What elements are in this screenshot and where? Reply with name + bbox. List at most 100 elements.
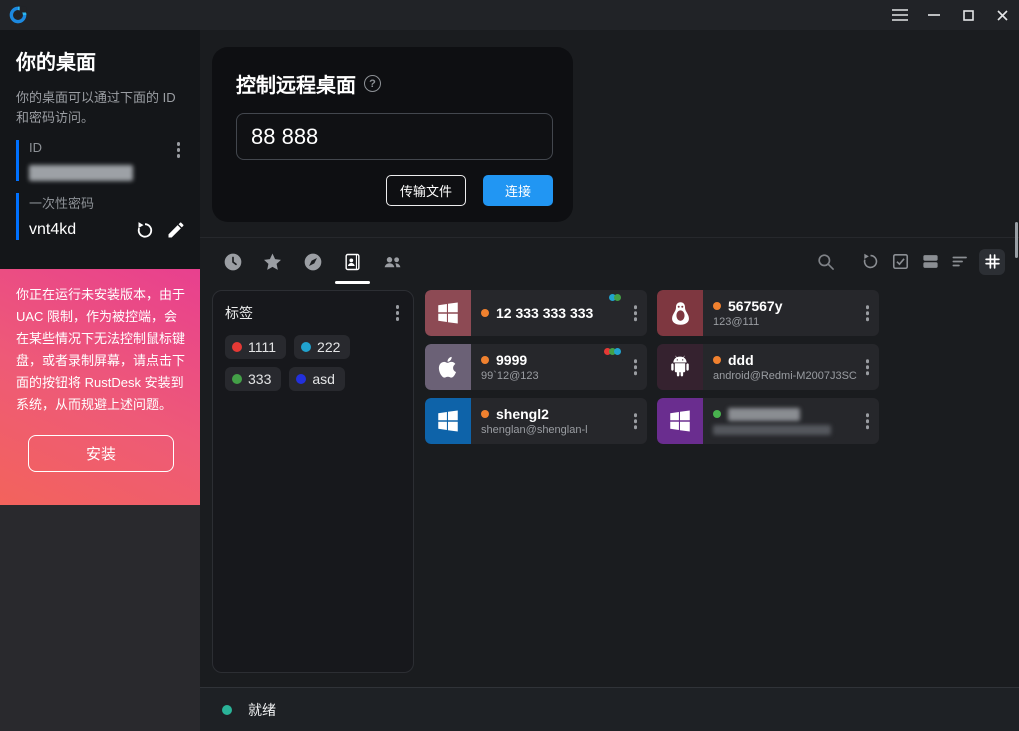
peer-name: ddd [728,352,754,368]
select-checkbox-icon[interactable] [889,251,911,273]
peer-status-dot [481,410,489,418]
tag-color-dot [301,342,311,352]
android-icon [667,354,693,380]
group-icon [382,252,403,272]
tag-color-dot [296,374,306,384]
peer-menu-icon[interactable] [864,303,872,323]
refresh-icon[interactable] [859,251,881,273]
sidebar: 你的桌面 你的桌面可以通过下面的 ID 和密码访问。 ID 一次性密码 vnt4… [0,30,200,731]
tags-menu-icon[interactable] [394,303,402,323]
peer-username: 123@111 [713,316,879,328]
peer-name: 567567y [728,298,783,314]
peer-name-redacted [728,408,800,421]
id-block: ID [16,140,186,181]
connect-panel-title: 控制远程桌面 [236,69,356,98]
tags-panel: 标签 1111 222 333 asd [212,290,414,673]
my-desktop-section: 你的桌面 你的桌面可以通过下面的 ID 和密码访问。 ID 一次性密码 vnt4… [0,30,200,269]
peer-tag-dots [606,348,621,355]
peer-menu-icon[interactable] [632,303,640,323]
peer-status-dot [481,356,489,364]
peer-tag-dots [611,294,621,301]
peer-status-dot [713,410,721,418]
password-block: 一次性密码 vnt4kd [16,193,186,240]
tab-group[interactable] [382,247,403,277]
grid-view-icon[interactable] [979,249,1005,275]
one-time-password-value: vnt4kd [29,221,124,239]
tab-favorites[interactable] [262,247,283,277]
close-button[interactable] [985,0,1019,30]
tab-recent-sessions[interactable] [222,247,243,277]
clock-icon [223,252,243,272]
apple-icon [435,354,461,380]
refresh-password-icon[interactable] [135,220,155,240]
transfer-file-button[interactable]: 传输文件 [386,175,466,206]
minimize-button[interactable] [917,0,951,30]
peer-name: shengl2 [496,406,549,422]
install-notice: 你正在运行未安装版本，由于 UAC 限制，作为被控端，会在某些情况下无法控制鼠标… [0,269,200,505]
peer-menu-icon[interactable] [632,357,640,377]
connection-status-dot [222,705,232,715]
my-desktop-description: 你的桌面可以通过下面的 ID 和密码访问。 [16,88,186,128]
cards-view-icon[interactable] [919,251,941,273]
tag-222[interactable]: 222 [294,335,350,359]
peer-card[interactable]: 567567y 123@111 [657,290,879,336]
address-book-icon [343,252,362,272]
tag-color-dot [232,374,242,384]
remote-id-input[interactable] [236,113,553,160]
tag-asd[interactable]: asd [289,367,345,391]
peer-toolbar [200,237,1019,285]
peer-status-dot [713,302,721,310]
tab-discovered[interactable] [302,247,323,277]
peer-username: android@Redmi-M2007J3SC [713,370,879,382]
peer-status-dot [713,356,721,364]
peer-username: 99`12@123 [481,370,647,382]
edit-password-icon[interactable] [166,220,186,240]
tag-1111[interactable]: 1111 [225,335,286,359]
status-bar: 就绪 [200,687,1019,731]
app-logo-icon [8,5,28,25]
peer-menu-icon[interactable] [632,411,640,431]
rustdesk-window: 你的桌面 你的桌面可以通过下面的 ID 和密码访问。 ID 一次性密码 vnt4… [0,0,1019,731]
peer-card[interactable]: shengl2 shenglan@shenglan-l [425,398,647,444]
peer-card[interactable]: 9999 99`12@123 [425,344,647,390]
install-notice-text: 你正在运行未安装版本，由于 UAC 限制，作为被控端，会在某些情况下无法控制鼠标… [16,284,186,417]
linux-icon [667,300,694,327]
tags-header: 标签 [225,303,253,323]
peer-name: 9999 [496,352,527,368]
connect-panel: 控制远程桌面 ? 传输文件 连接 [212,47,573,222]
main-area: 控制远程桌面 ? 传输文件 连接 [200,30,1019,731]
peer-card[interactable] [657,398,879,444]
maximize-button[interactable] [951,0,985,30]
peer-grid: 12 333 333 333 567567y [425,290,879,444]
peer-status-dot [481,309,489,317]
peer-menu-icon[interactable] [864,411,872,431]
peer-tabs [222,247,403,277]
peer-tools [815,249,1005,275]
sidebar-filler [0,505,200,731]
menu-icon[interactable] [883,0,917,30]
connect-button[interactable]: 连接 [483,175,553,206]
compass-icon [303,252,323,272]
titlebar [0,0,1019,30]
peer-name: 12 333 333 333 [496,305,593,321]
star-icon [262,252,283,272]
search-icon[interactable] [815,251,837,273]
tag-color-dot [232,342,242,352]
id-value-redacted [29,165,133,181]
one-time-password-label: 一次性密码 [29,193,186,212]
id-label: ID [29,140,186,155]
peer-menu-icon[interactable] [864,357,872,377]
peer-username: shenglan@shenglan-l [481,424,647,436]
help-icon[interactable]: ? [364,75,381,92]
scrollbar-thumb[interactable] [1015,222,1018,258]
sort-icon[interactable] [949,251,971,273]
windows-icon [435,300,461,326]
tag-list: 1111 222 333 asd [225,335,401,391]
my-desktop-title: 你的桌面 [16,46,186,75]
install-button[interactable]: 安装 [28,435,174,472]
id-menu-icon[interactable] [175,140,183,160]
tab-address-book[interactable] [342,247,363,277]
tag-333[interactable]: 333 [225,367,281,391]
peer-card[interactable]: ddd android@Redmi-M2007J3SC [657,344,879,390]
peer-card[interactable]: 12 333 333 333 [425,290,647,336]
